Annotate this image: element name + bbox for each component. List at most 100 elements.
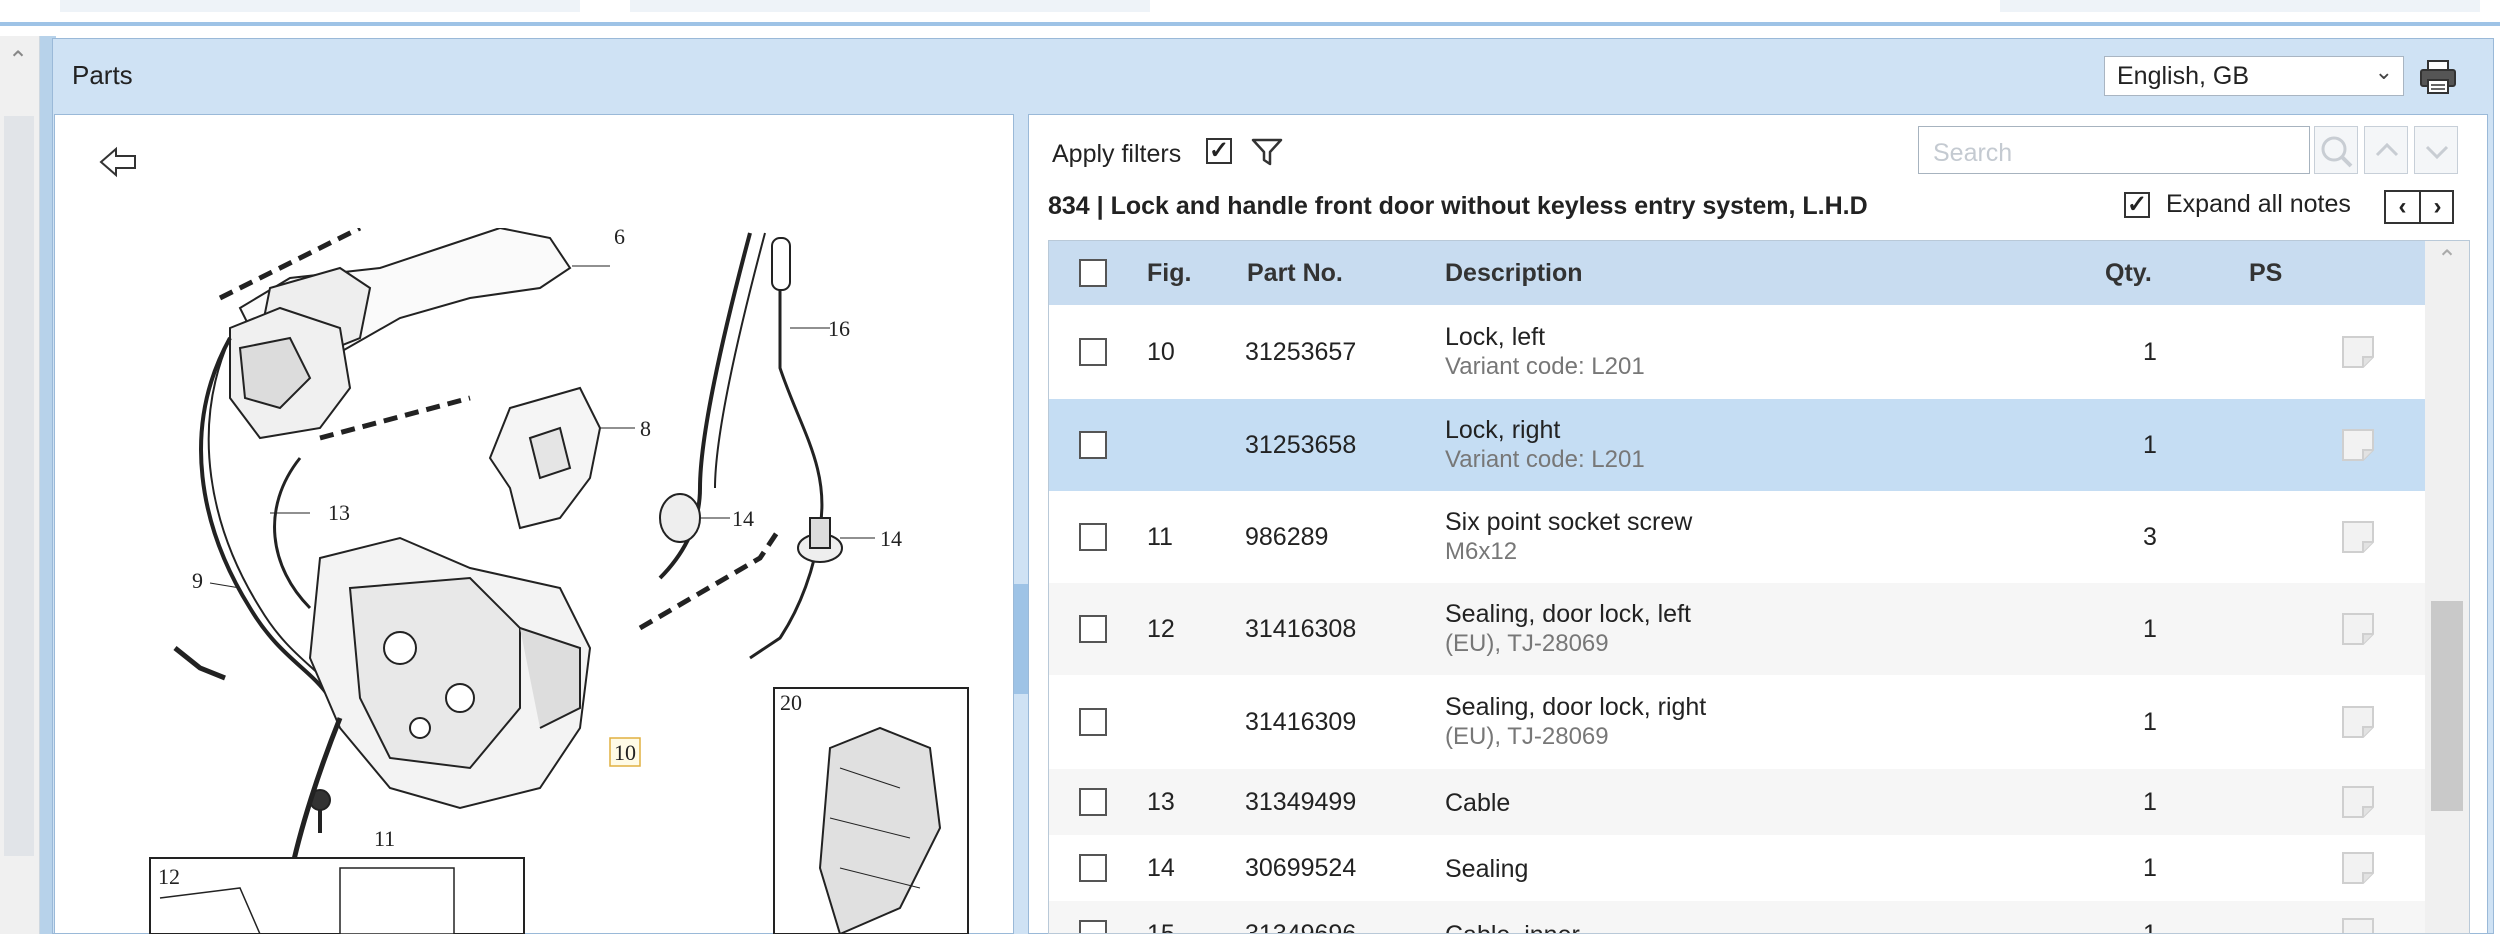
row-fig: 14 (1147, 854, 1175, 882)
select-all-checkbox[interactable] (1079, 259, 1107, 287)
row-description: Six point socket screw M6x12 (1445, 507, 1692, 567)
header-part-no[interactable]: Part No. (1247, 259, 1343, 288)
scroll-up-icon[interactable]: ⌃ (2437, 245, 2457, 274)
search-placeholder: Search (1933, 139, 2013, 167)
prev-group-button[interactable]: ‹ (2386, 192, 2421, 222)
callout-8[interactable]: 8 (640, 416, 651, 441)
table-row[interactable]: 10 31253657 Lock, left Variant code: L201 1 (1049, 305, 2425, 400)
chevron-down-icon: ⌄ (2374, 59, 2393, 84)
row-qty: 1 (2143, 708, 2157, 736)
row-desc-variant: M6x12 (1445, 538, 1518, 565)
row-description: Lock, left Variant code: L201 (1445, 322, 1645, 382)
row-checkbox[interactable] (1079, 708, 1107, 736)
row-checkbox[interactable] (1079, 788, 1107, 816)
row-part-no: 31253657 (1245, 338, 1357, 366)
callout-20[interactable]: 20 (780, 690, 802, 715)
header-fig[interactable]: Fig. (1147, 259, 1191, 288)
row-desc-main: Sealing, door lock, right (1445, 693, 1707, 721)
table-row[interactable]: 31416309 Sealing, door lock, right (EU), T… (1049, 675, 2425, 770)
callout-14[interactable]: 14 (880, 526, 902, 551)
row-description: Cable (1445, 788, 1510, 818)
search-next-button[interactable] (2414, 126, 2458, 174)
callout-13[interactable]: 13 (328, 500, 350, 525)
back-arrow-icon[interactable] (98, 144, 140, 180)
expand-notes-checkbox[interactable]: ✓ (2124, 192, 2150, 218)
note-icon[interactable] (2341, 917, 2375, 934)
row-qty: 1 (2143, 431, 2157, 459)
row-part-no: 31349499 (1245, 788, 1357, 816)
callout-14[interactable]: 14 (732, 506, 754, 531)
header-description[interactable]: Description (1445, 259, 1583, 288)
row-description: Sealing, door lock, right (EU), TJ-28069 (1445, 692, 1706, 752)
top-strip-segment (2000, 0, 2480, 12)
outer-scrollbar[interactable]: ⌃ (0, 36, 40, 934)
row-desc-variant: (EU), TJ-28069 (1445, 630, 1609, 657)
search-input[interactable]: Search (1918, 126, 2310, 174)
header-ps[interactable]: PS (2249, 259, 2282, 288)
row-part-no: 31416309 (1245, 708, 1357, 736)
row-desc-main: Cable, inner (1445, 920, 1580, 933)
apply-filters-checkbox[interactable]: ✓ (1206, 138, 1232, 164)
next-group-button[interactable]: › (2421, 192, 2454, 222)
note-icon[interactable] (2341, 612, 2375, 646)
row-description: Lock, right Variant code: L201 (1445, 415, 1645, 475)
table-scrollbar[interactable]: ⌃ (2425, 241, 2469, 933)
table-row[interactable]: 15 31349696 Cable, inner 1 (1049, 901, 2425, 934)
top-strip-segment (60, 0, 580, 12)
callout-11[interactable]: 11 (374, 826, 395, 851)
pane-splitter[interactable] (1014, 114, 1028, 934)
row-checkbox[interactable] (1079, 920, 1107, 933)
row-desc-main: Lock, left (1445, 323, 1546, 351)
row-qty: 1 (2143, 920, 2157, 934)
search-icon (2321, 136, 2353, 168)
row-description: Cable, inner (1445, 920, 1580, 933)
outer-scroll-thumb[interactable] (4, 116, 34, 856)
row-checkbox[interactable] (1079, 431, 1107, 459)
note-icon[interactable] (2341, 705, 2375, 739)
note-icon[interactable] (2341, 335, 2375, 369)
callout-9[interactable]: 9 (192, 568, 203, 593)
exploded-view-diagram[interactable]: 6 16 8 14 14 13 9 10 11 20 12 (140, 228, 970, 934)
printer-icon[interactable] (2418, 58, 2458, 96)
search-button[interactable] (2314, 126, 2358, 174)
row-checkbox[interactable] (1079, 854, 1107, 882)
note-icon[interactable] (2341, 851, 2375, 885)
language-select[interactable]: English, GB ⌄ (2104, 56, 2404, 96)
expand-notes-label: Expand all notes (2166, 190, 2351, 218)
row-qty: 1 (2143, 854, 2157, 882)
callout-16[interactable]: 16 (828, 316, 850, 341)
top-strip-segment (630, 0, 1150, 12)
callout-10[interactable]: 10 (614, 740, 636, 765)
note-icon[interactable] (2341, 520, 2375, 554)
scroll-up-icon[interactable]: ⌃ (8, 46, 28, 75)
table-row[interactable]: 14 30699524 Sealing 1 (1049, 835, 2425, 902)
filter-icon[interactable] (1250, 136, 1284, 168)
row-fig: 10 (1147, 338, 1175, 366)
table-row[interactable]: 13 31349499 Cable 1 (1049, 769, 2425, 836)
row-part-no: 31416308 (1245, 615, 1357, 643)
table-row[interactable]: 12 31416308 Sealing, door lock, left (EU), … (1049, 583, 2425, 676)
table-scroll-thumb[interactable] (2431, 601, 2463, 811)
row-qty: 3 (2143, 523, 2157, 551)
row-desc-main: Cable (1445, 789, 1511, 817)
table-row[interactable]: 11 986289 Six point socket screw M6x12 3 (1049, 491, 2425, 584)
row-fig: 13 (1147, 788, 1175, 816)
row-description: Sealing (1445, 854, 1528, 884)
row-fig: 15 (1147, 920, 1175, 934)
row-checkbox[interactable] (1079, 523, 1107, 551)
row-desc-main: Sealing (1445, 855, 1529, 883)
row-checkbox[interactable] (1079, 338, 1107, 366)
table-row[interactable]: 31253658 Lock, right Variant code: L201 1 (1049, 399, 2425, 492)
splitter-handle[interactable] (1014, 584, 1028, 694)
parts-table: Fig. Part No. Description Qty. PS 10 3125… (1048, 240, 2470, 934)
callout-12[interactable]: 12 (158, 864, 180, 889)
note-icon[interactable] (2341, 428, 2375, 462)
row-part-no: 30699524 (1245, 854, 1357, 882)
row-checkbox[interactable] (1079, 615, 1107, 643)
search-prev-button[interactable] (2364, 126, 2408, 174)
note-icon[interactable] (2341, 785, 2375, 819)
row-part-no: 31253658 (1245, 431, 1357, 459)
callout-6[interactable]: 6 (614, 228, 625, 249)
header-qty[interactable]: Qty. (2105, 259, 2152, 288)
row-description: Sealing, door lock, left (EU), TJ-28069 (1445, 599, 1691, 659)
